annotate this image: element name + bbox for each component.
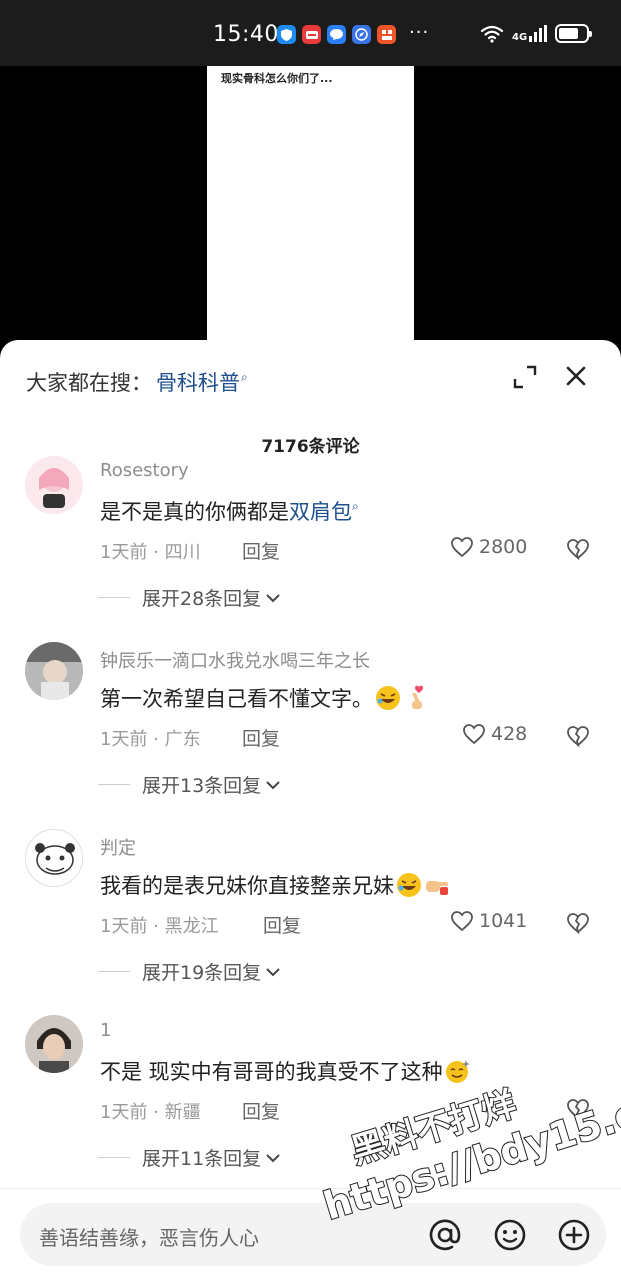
expand-replies-label: 展开13条回复 — [142, 775, 262, 797]
expand-icon[interactable] — [512, 364, 538, 390]
username[interactable]: 判定 — [100, 834, 136, 860]
comment-item: 1 不是 现实中有哥哥的我真受不了这种 1天前 · 新疆 回复 展开11条回复 — [0, 1015, 621, 1200]
like-button[interactable]: 2800 — [450, 536, 527, 558]
expand-replies[interactable]: 展开28条回复 — [98, 584, 281, 611]
broken-heart-icon[interactable] — [566, 1097, 590, 1121]
broken-heart-icon[interactable] — [566, 724, 590, 748]
emoji-icon[interactable] — [493, 1218, 527, 1252]
mention-icon[interactable] — [428, 1218, 462, 1252]
like-button[interactable]: 1041 — [450, 910, 527, 932]
video-frame[interactable]: 现实骨科怎么你们了... — [207, 66, 414, 366]
broken-heart-icon[interactable] — [566, 537, 590, 561]
search-mini-icon: ⌕ — [352, 498, 359, 513]
comment-text: 我看的是表兄妹你直接整亲兄妹 — [100, 870, 450, 900]
comment-input-bar[interactable]: 善语结善缘，恶言伤人心 — [20, 1203, 606, 1266]
expand-replies[interactable]: 展开11条回复 — [98, 1144, 281, 1171]
status-more: ··· — [409, 22, 430, 43]
status-time: 15:40 — [213, 22, 279, 47]
reply-button[interactable]: 回复 — [242, 1097, 280, 1124]
chevron-down-icon — [266, 780, 280, 789]
username[interactable]: 钟辰乐一滴口水我兑水喝三年之长 — [100, 647, 370, 673]
like-count: 2800 — [479, 536, 528, 558]
search-suggestion[interactable]: 大家都在搜： 骨科科普 ⌕ — [26, 367, 248, 397]
search-suggestion-link[interactable]: 骨科科普 — [156, 367, 240, 397]
avatar[interactable] — [25, 1015, 83, 1073]
message-app-icon — [327, 25, 346, 44]
finger-heart-emoji-icon — [412, 685, 423, 709]
comment-input-placeholder[interactable]: 善语结善缘，恶言伤人心 — [39, 1222, 259, 1251]
expand-replies-label: 展开11条回复 — [142, 1148, 262, 1170]
expand-line — [98, 784, 130, 785]
comment-text: 不是 现实中有哥哥的我真受不了这种 — [100, 1056, 471, 1086]
comment-text: 是不是真的你俩都是 双肩包 ⌕ — [100, 496, 359, 526]
orange-app-icon — [377, 25, 396, 44]
video-player[interactable]: 现实骨科怎么你们了... — [0, 66, 621, 366]
add-icon[interactable] — [557, 1218, 591, 1252]
dizzy-smile-emoji-icon — [445, 1060, 470, 1083]
search-mini-icon: ⌕ — [241, 369, 248, 384]
heart-icon — [451, 537, 473, 558]
username[interactable]: 1 — [100, 1020, 111, 1041]
like-button[interactable]: 428 — [462, 723, 527, 745]
battery-icon — [555, 24, 593, 43]
laughing-emoji-icon — [397, 873, 421, 897]
username[interactable]: Rosestory — [100, 460, 189, 481]
signal-group: 4G — [512, 25, 548, 43]
comment-search-link[interactable]: 双肩包 — [289, 496, 352, 526]
reply-button[interactable]: 回复 — [263, 911, 301, 938]
close-icon[interactable] — [562, 362, 590, 390]
comment-item: 钟辰乐一滴口水我兑水喝三年之长 第一次希望自己看不懂文字。 1天前 · 广东 回… — [0, 642, 621, 827]
red-app-icon — [302, 25, 321, 44]
avatar[interactable] — [25, 642, 83, 700]
expand-line — [98, 1157, 130, 1158]
expand-replies-label: 展开28条回复 — [142, 588, 262, 610]
expand-replies-label: 展开19条回复 — [142, 962, 262, 984]
comment-count: 7176条评论 — [261, 437, 360, 457]
broken-heart-icon[interactable] — [566, 911, 590, 935]
heart-icon — [451, 911, 473, 932]
comment-text: 第一次希望自己看不懂文字。 — [100, 683, 429, 713]
input-divider — [0, 1188, 621, 1189]
comment-body: 不是 现实中有哥哥的我真受不了这种 — [100, 1060, 443, 1084]
like-count: 1041 — [479, 910, 528, 932]
compass-app-icon — [352, 25, 371, 44]
heart-icon — [463, 724, 485, 745]
expand-replies[interactable]: 展开19条回复 — [98, 958, 281, 985]
reply-button[interactable]: 回复 — [242, 537, 280, 564]
comment-body: 我看的是表兄妹你直接整亲兄妹 — [100, 874, 394, 898]
pointing-hand-emoji-icon — [426, 881, 448, 895]
chevron-down-icon — [266, 967, 280, 976]
like-count: 428 — [491, 723, 528, 745]
avatar[interactable] — [25, 456, 83, 514]
video-caption: 现实骨科怎么你们了... — [221, 72, 333, 85]
comment-meta: 1天前 · 广东 — [100, 729, 201, 750]
avatar[interactable] — [25, 829, 83, 887]
comment-meta: 1天前 · 黑龙江 — [100, 916, 219, 937]
laughing-emoji-icon — [376, 686, 400, 710]
expand-line — [98, 597, 130, 598]
shield-app-icon — [277, 25, 296, 44]
status-right-group: 4G — [480, 24, 593, 43]
wifi-icon — [480, 25, 504, 43]
status-bar: 15:40 ··· 4G — [0, 0, 621, 66]
chevron-down-icon — [266, 1153, 280, 1162]
chevron-down-icon — [266, 593, 280, 602]
status-app-icons — [277, 25, 396, 44]
expand-line — [98, 971, 130, 972]
network-type: 4G — [512, 32, 528, 43]
signal-icon — [529, 25, 548, 42]
expand-replies[interactable]: 展开13条回复 — [98, 771, 281, 798]
comment-body: 是不是真的你俩都是 — [100, 500, 289, 524]
comment-item: Rosestory 是不是真的你俩都是 双肩包 ⌕ 1天前 · 四川 回复 28… — [0, 456, 621, 640]
comment-body: 第一次希望自己看不懂文字。 — [100, 687, 373, 711]
reply-button[interactable]: 回复 — [242, 724, 280, 751]
search-prefix: 大家都在搜： — [26, 371, 152, 395]
comment-item: 判定 我看的是表兄妹你直接整亲兄妹 1天前 · 黑龙江 回复 1041 展开19… — [0, 829, 621, 1014]
comment-meta: 1天前 · 新疆 — [100, 1102, 201, 1123]
comment-meta: 1天前 · 四川 — [100, 542, 201, 563]
comment-sheet: 大家都在搜： 骨科科普 ⌕ 7176条评论 Rosestory 是不是真的你俩都… — [0, 340, 621, 1280]
